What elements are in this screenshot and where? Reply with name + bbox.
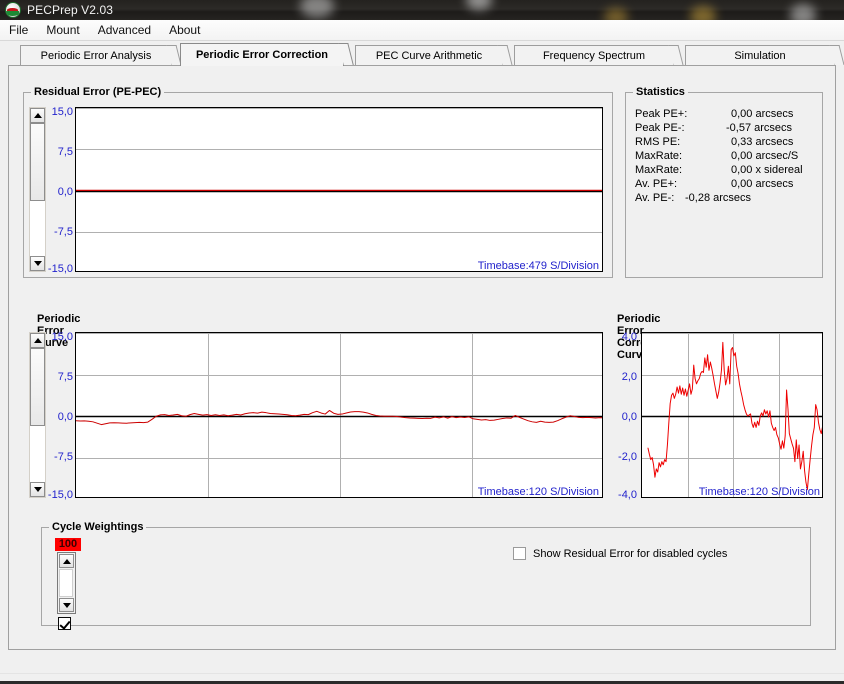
stat-label-rms-pe: RMS PE: (635, 136, 681, 148)
periodic-error-curve-timebase-label: Timebase:120 S/Division (477, 486, 599, 498)
periodic-error-curve-vertical-scrollbar[interactable] (29, 332, 46, 498)
residual-error-plot-svg (76, 108, 602, 233)
tab-frequency-spectrum[interactable]: Frequency Spectrum (514, 45, 684, 66)
stat-label-peak-pe-minus: Peak PE-: (635, 122, 685, 134)
stat-value-peak-pe-plus: 0,00 arcsecs (731, 108, 794, 120)
y-tick-label: 0,0 (57, 186, 73, 198)
spinner-up-button[interactable] (59, 554, 74, 568)
tab-pec-curve-arithmetic[interactable]: PEC Curve Arithmetic (355, 45, 513, 66)
stat-label-maxrate-sidereal: MaxRate: (635, 164, 683, 176)
triangle-up-icon (33, 113, 42, 118)
residual-error-timebase-label: Timebase:479 S/Division (477, 260, 599, 272)
y-tick-label: 2,0 (621, 371, 637, 383)
group-border (41, 527, 811, 626)
cycle-enabled-checkbox[interactable] (58, 617, 71, 630)
cycle-weightings-group-title: Cycle Weightings (49, 521, 147, 533)
menu-item-about[interactable]: About (160, 21, 209, 39)
periodic-error-curve-plot-svg (76, 333, 602, 497)
pec-curve-plot[interactable]: Timebase:120 S/Division (641, 332, 823, 498)
scroll-up-button[interactable] (30, 333, 45, 348)
show-residual-error-checkbox[interactable] (513, 547, 526, 560)
y-tick-label: 7,5 (57, 371, 73, 383)
cycle-weight-spinner[interactable] (57, 552, 76, 614)
cycle-weight-value[interactable]: 100 (55, 538, 81, 551)
triangle-up-icon (62, 558, 71, 564)
menu-item-advanced[interactable]: Advanced (89, 21, 160, 39)
tab-slant (668, 45, 684, 65)
stat-value-maxrate-arcsec: 0,00 arcsec/S (731, 150, 799, 162)
stat-value-av-pe-minus: -0,28 arcsecs (685, 192, 752, 204)
pec-curve-plot-svg (642, 333, 822, 497)
y-tick-label: 15,0 (51, 106, 73, 118)
y-tick-label: 4,0 (621, 331, 637, 343)
periodic-error-curve-plot[interactable]: Timebase:120 S/Division (75, 332, 603, 498)
residual-error-vertical-scrollbar[interactable] (29, 107, 46, 272)
window-title-text: PECPrep V2.03 (27, 3, 114, 17)
y-tick-label: -4,0 (618, 489, 637, 501)
menu-item-file[interactable]: File (0, 21, 37, 39)
triangle-up-icon (33, 338, 42, 343)
tab-slant (338, 43, 354, 65)
stat-label-peak-pe-plus: Peak PE+: (635, 108, 688, 120)
window-title-bar[interactable]: PECPrep V2.03 (0, 0, 844, 20)
tab-periodic-error-analysis[interactable]: Periodic Error Analysis (20, 45, 182, 66)
stat-value-rms-pe: 0,33 arcsecs (731, 136, 794, 148)
y-tick-label: -7,5 (54, 451, 73, 463)
residual-error-group-title: Residual Error (PE-PEC) (31, 86, 165, 98)
y-tick-label: 0,0 (57, 411, 73, 423)
tab-slant (829, 45, 844, 65)
y-tick-label: -15,0 (47, 263, 73, 275)
app-logo-icon (5, 2, 21, 18)
tab-label: Periodic Error Correction (195, 49, 329, 61)
y-tick-label: 0,0 (621, 411, 637, 423)
cycle-weightings-group: Cycle Weightings 100 Show Residual Error… (41, 521, 811, 630)
menu-item-mount[interactable]: Mount (37, 21, 88, 39)
stat-value-maxrate-sidereal: 0,00 x sidereal (731, 164, 803, 176)
tab-label: PEC Curve Arithmetic (375, 50, 483, 62)
tab-slant (497, 45, 513, 65)
scroll-thumb[interactable] (30, 123, 45, 201)
scroll-up-button[interactable] (30, 108, 45, 123)
stat-label-maxrate-arcsec: MaxRate: (635, 150, 683, 162)
triangle-down-icon (62, 602, 71, 608)
y-tick-label: 7,5 (57, 146, 73, 158)
tab-label: Frequency Spectrum (542, 50, 646, 62)
tab-simulation[interactable]: Simulation (685, 45, 844, 66)
spinner-down-button[interactable] (59, 598, 74, 612)
show-residual-error-label: Show Residual Error for disabled cycles (533, 548, 728, 560)
stat-label-av-pe-minus: Av. PE-: (635, 192, 675, 204)
stat-label-av-pe-plus: Av. PE+: (635, 178, 678, 190)
menu-bar: File Mount Advanced About (0, 20, 844, 41)
stat-value-av-pe-plus: 0,00 arcsecs (731, 178, 794, 190)
y-tick-label: 15,0 (51, 331, 73, 343)
y-tick-label: -15,0 (47, 489, 73, 501)
tab-periodic-error-correction[interactable]: Periodic Error Correction (180, 43, 354, 66)
y-tick-label: -2,0 (618, 451, 637, 463)
pec-curve-timebase-label: Timebase:120 S/Division (698, 486, 820, 498)
tab-page-periodic-error-correction: Residual Error (PE-PEC) 15,0 7,5 0,0 -7,… (8, 65, 836, 650)
stat-value-peak-pe-minus: -0,57 arcsecs (726, 122, 793, 134)
scroll-thumb[interactable] (30, 348, 45, 426)
tab-label: Periodic Error Analysis (40, 50, 152, 62)
spinner-track[interactable] (59, 569, 73, 597)
statistics-group-title: Statistics (633, 86, 688, 98)
residual-error-plot[interactable]: Timebase:479 S/Division (75, 107, 603, 272)
statistics-group: Statistics Peak PE+: 0,00 arcsecs Peak P… (625, 86, 823, 278)
tab-label: Simulation (734, 50, 786, 62)
tab-strip: Periodic Error Analysis Periodic Error C… (0, 41, 844, 66)
y-tick-label: -7,5 (54, 226, 73, 238)
